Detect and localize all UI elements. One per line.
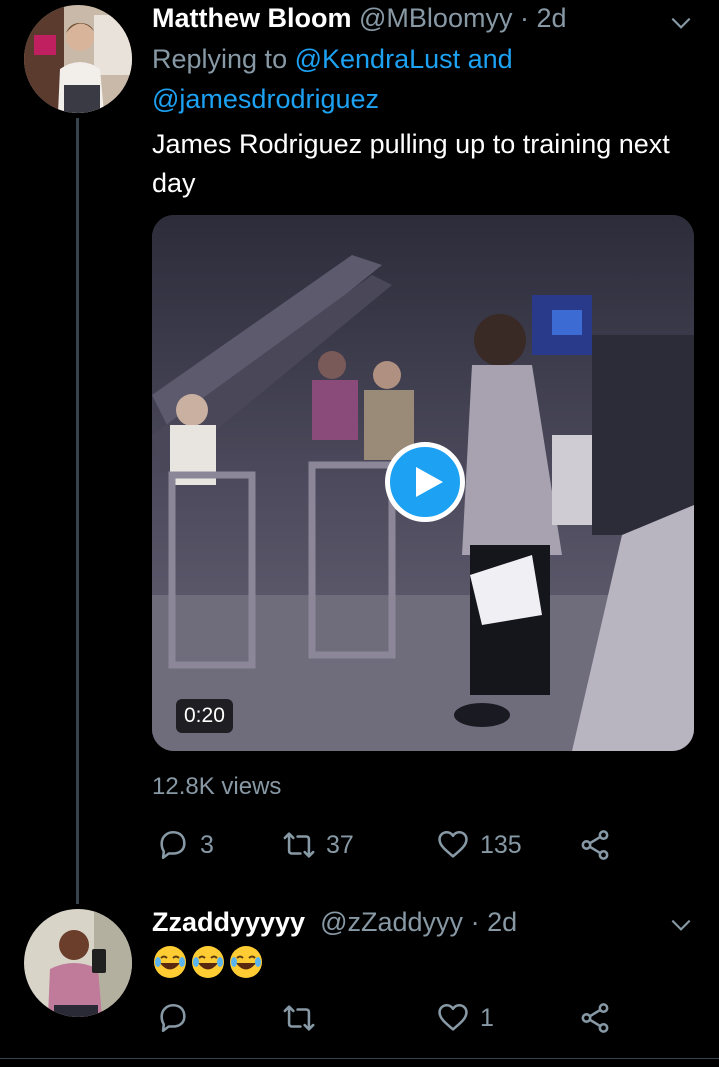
like-count: 1 — [480, 1003, 494, 1032]
avatar[interactable] — [24, 909, 132, 1017]
play-button[interactable] — [385, 442, 465, 522]
heart-icon — [438, 1003, 468, 1031]
share-icon — [581, 830, 609, 860]
laughing-emoji-icon — [192, 946, 224, 978]
video-duration: 0:20 — [176, 699, 233, 733]
reply-icon — [160, 830, 186, 860]
laughing-emoji-icon — [230, 946, 262, 978]
timestamp[interactable]: 2d — [487, 907, 517, 937]
mention-and[interactable]: and — [468, 44, 513, 74]
view-count: 12.8K views — [152, 773, 282, 800]
retweet-button[interactable] — [282, 998, 326, 1038]
chevron-down-icon[interactable] — [668, 912, 694, 938]
share-icon — [581, 1003, 609, 1033]
user-handle[interactable]: @zZaddyyy — [320, 907, 463, 937]
tweet-text: James Rodriguez pulling up to training n… — [152, 129, 670, 198]
reply-button[interactable] — [156, 998, 200, 1038]
like-count: 135 — [480, 830, 522, 859]
timestamp[interactable]: 2d — [536, 3, 566, 33]
avatar[interactable] — [24, 5, 132, 113]
laughing-emoji-icon — [154, 946, 186, 978]
display-name-glyph — [305, 907, 313, 937]
mention-link[interactable]: @jamesdrodriguez — [152, 84, 379, 114]
tweet-actions: 3 37 135 — [152, 825, 622, 865]
retweet-count: 37 — [326, 830, 354, 859]
thread-connector-line — [76, 118, 79, 904]
display-name[interactable]: Matthew Bloom — [152, 3, 352, 33]
divider — [0, 1058, 719, 1059]
reply-button[interactable]: 3 — [156, 825, 214, 865]
tweet-header: Zzaddyyyyy @zZaddyyy · 2d — [152, 905, 517, 939]
retweet-button[interactable]: 37 — [282, 825, 354, 865]
reply-count: 3 — [200, 830, 214, 859]
display-name[interactable]: Zzaddyyyyy — [152, 907, 305, 937]
like-button[interactable]: 1 — [436, 998, 494, 1038]
replying-prefix: Replying to — [152, 44, 288, 74]
retweet-icon — [283, 1005, 315, 1031]
retweet-icon — [283, 832, 315, 858]
chevron-down-icon[interactable] — [668, 10, 694, 36]
video-player[interactable]: 0:20 — [152, 215, 694, 751]
share-button[interactable] — [578, 825, 612, 865]
separator-dot: · — [470, 907, 480, 937]
separator-dot: · — [519, 3, 529, 33]
share-button[interactable] — [578, 998, 612, 1038]
replying-to-continued: @jamesdrodriguez — [152, 81, 379, 117]
tweet-actions: 1 — [152, 998, 622, 1038]
reply-icon — [160, 1003, 186, 1033]
replying-to: Replying to @KendraLust and — [152, 41, 513, 77]
play-icon — [416, 467, 443, 497]
like-button[interactable]: 135 — [436, 825, 522, 865]
mention-link[interactable]: @KendraLust — [295, 44, 461, 74]
user-handle[interactable]: @MBloomyy — [359, 3, 512, 33]
tweet-header: Matthew Bloom @MBloomyy · 2d — [152, 1, 567, 35]
tweet-text: 😂😂😂 — [152, 944, 264, 980]
heart-icon — [438, 830, 468, 858]
